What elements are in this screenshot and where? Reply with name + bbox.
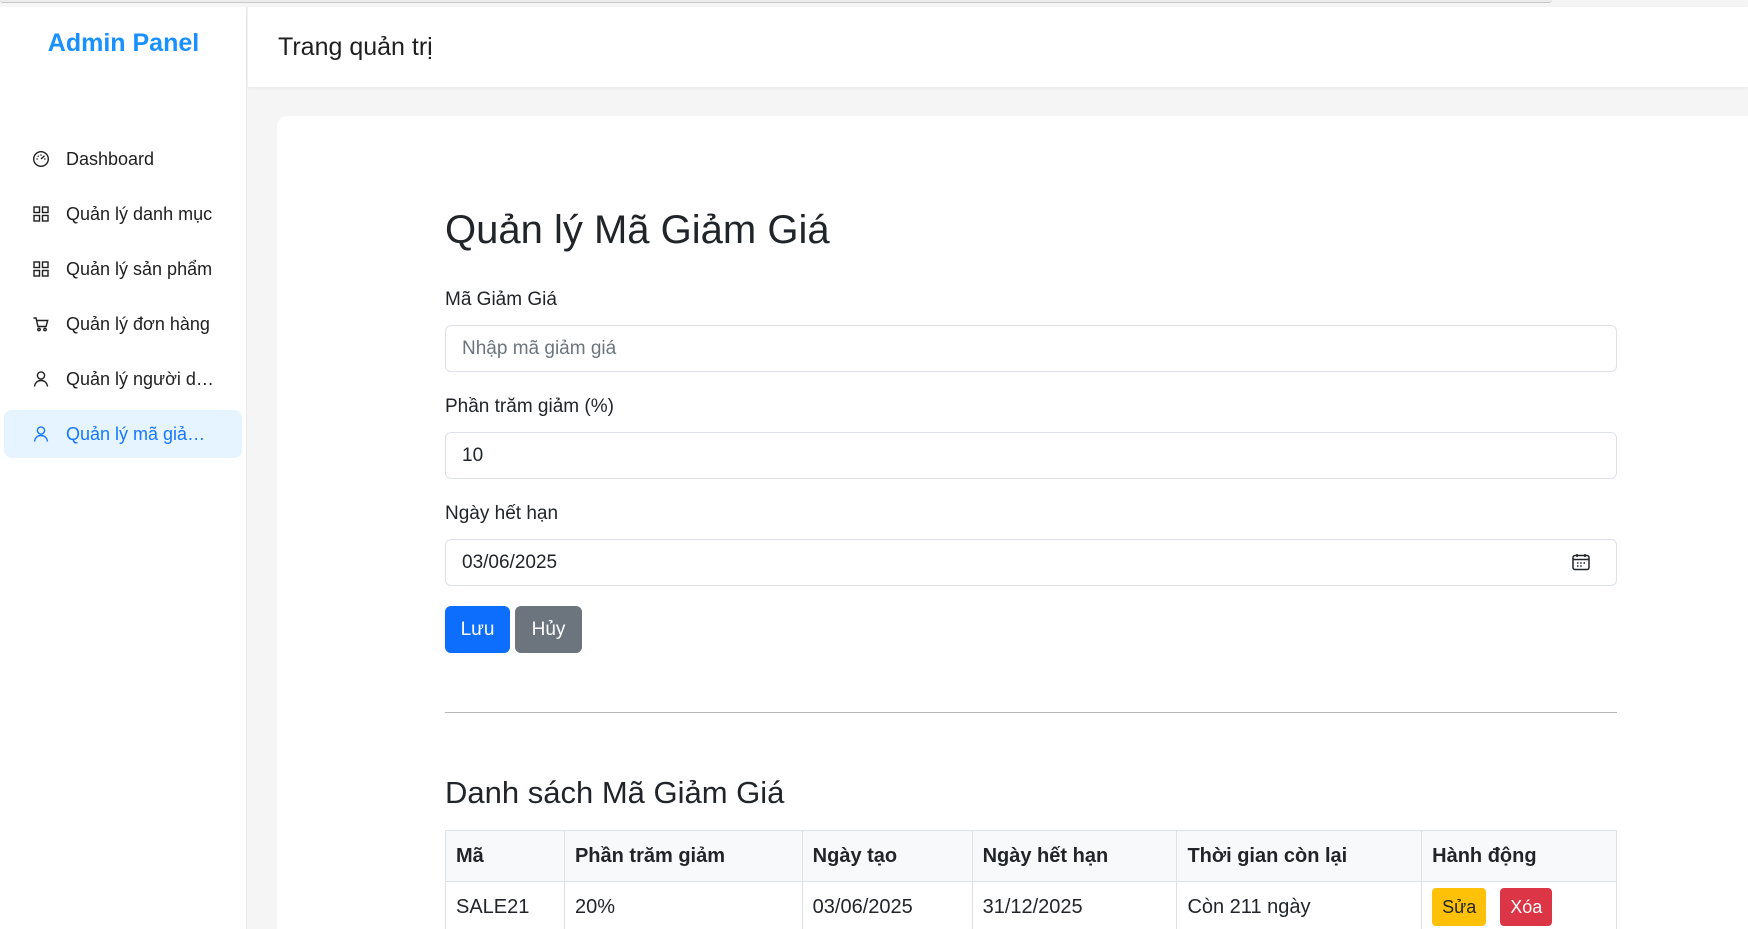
edit-button[interactable]: Sửa	[1432, 888, 1487, 926]
sidebar-menu: Dashboard Quản lý danh mục Quản lý sản p…	[4, 135, 242, 465]
sidebar-item-dashboard[interactable]: Dashboard	[4, 135, 242, 183]
sidebar-item-label: Quản lý người dùng	[66, 368, 216, 389]
column-header: Mã	[445, 830, 565, 882]
column-header: Ngày tạo	[801, 830, 973, 882]
sidebar-item-categories[interactable]: Quản lý danh mục	[4, 190, 242, 238]
sidebar-item-label: Dashboard	[66, 148, 155, 169]
code-input[interactable]	[445, 325, 1617, 372]
code-cell: SALE21	[445, 881, 565, 929]
sidebar-item-label: Quản lý mã giảm giá	[66, 423, 216, 444]
cancel-button[interactable]: Hủy	[515, 606, 582, 653]
sidebar-item-label: Quản lý sản phẩm	[66, 258, 213, 279]
browser-top-strip	[0, 0, 1748, 7]
sidebar-item-coupons[interactable]: Quản lý mã giảm giá	[4, 410, 242, 458]
actions-cell: Sửa Xóa	[1421, 881, 1617, 929]
column-header: Hành động	[1421, 830, 1617, 882]
user-icon	[32, 425, 50, 443]
percent-label: Phần trăm giảm (%)	[445, 396, 614, 417]
content-card: Quản lý Mã Giảm Giá Mã Giảm Giá Phần tră…	[277, 116, 1748, 929]
expiry-date-field	[445, 539, 1617, 586]
dashboard-icon	[32, 150, 50, 168]
top-header: Trang quản trị	[248, 7, 1748, 87]
divider	[445, 712, 1617, 713]
cart-icon	[32, 315, 50, 333]
coupon-table: Mã Phần trăm giảm Ngày tạo Ngày hết hạn …	[445, 830, 1617, 929]
column-header: Phần trăm giảm	[563, 830, 803, 882]
expiry-cell: 31/12/2025	[971, 881, 1178, 929]
expiry-date-input[interactable]	[445, 539, 1617, 586]
sidebar-item-label: Quản lý danh mục	[66, 203, 213, 224]
created-cell: 03/06/2025	[801, 881, 973, 929]
delete-button[interactable]: Xóa	[1500, 888, 1553, 926]
user-icon	[32, 370, 50, 388]
percent-input[interactable]	[445, 432, 1617, 479]
save-button[interactable]: Lưu	[445, 606, 510, 653]
remaining-cell: Còn 211 ngày	[1176, 881, 1423, 929]
brand-logo[interactable]: Admin Panel	[0, 29, 247, 58]
scrollbar-edge	[0, 0, 1552, 3]
table-header-row: Mã Phần trăm giảm Ngày tạo Ngày hết hạn …	[445, 830, 1617, 882]
sidebar-item-products[interactable]: Quản lý sản phẩm	[4, 245, 242, 293]
percent-cell: 20%	[563, 881, 803, 929]
code-label: Mã Giảm Giá	[445, 289, 557, 310]
column-header: Ngày hết hạn	[971, 830, 1178, 882]
sidebar-item-users[interactable]: Quản lý người dùng	[4, 355, 242, 403]
expiry-label: Ngày hết hạn	[445, 503, 559, 524]
column-header: Thời gian còn lại	[1176, 830, 1423, 882]
list-title: Danh sách Mã Giảm Giá	[445, 775, 785, 810]
sidebar-item-orders[interactable]: Quản lý đơn hàng	[4, 300, 242, 348]
sidebar-item-label: Quản lý đơn hàng	[66, 313, 210, 334]
table-row: SALE21 20% 03/06/2025 31/12/2025 Còn 211…	[445, 881, 1617, 929]
page-title: Quản lý Mã Giảm Giá	[445, 208, 830, 252]
calendar-icon[interactable]	[1571, 552, 1591, 572]
grid-icon	[32, 205, 50, 223]
sidebar: Admin Panel Dashboard Quản lý danh mục Q…	[0, 7, 247, 929]
header-title: Trang quản trị	[278, 33, 433, 61]
grid-icon	[32, 260, 50, 278]
